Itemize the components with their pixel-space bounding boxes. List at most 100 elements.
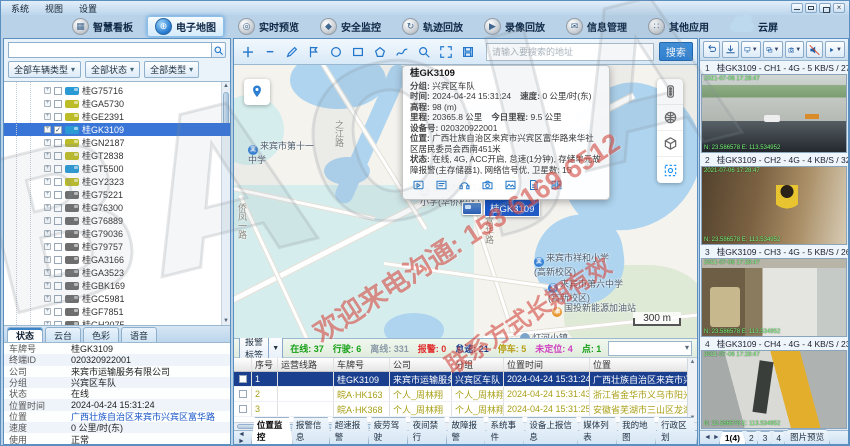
side-tab-云台[interactable]: 云台 bbox=[45, 327, 81, 342]
tab-位置监控[interactable]: 位置监控 bbox=[251, 417, 293, 444]
globe-button[interactable] bbox=[657, 105, 683, 131]
minimize-button[interactable] bbox=[791, 3, 803, 13]
tab-我的地图[interactable]: 我的地图 bbox=[616, 417, 658, 444]
vehicle-row[interactable]: +桂GY2323 bbox=[4, 175, 230, 188]
row-checkbox[interactable] bbox=[239, 390, 247, 398]
tab-故障报警[interactable]: 故障报警 bbox=[446, 417, 488, 444]
vehicle-row[interactable]: +桂GF7851 bbox=[4, 305, 230, 318]
vehicle-row[interactable]: +桂GH2075 bbox=[4, 318, 230, 326]
video-tab-1(4)[interactable]: 1(4) bbox=[719, 431, 746, 444]
menu-item-1[interactable]: 系统 bbox=[11, 2, 29, 15]
vehicle-row[interactable]: +桂GK3109 bbox=[4, 123, 230, 136]
nav-item-dashboard[interactable]: ▦智慧看板 bbox=[65, 16, 140, 37]
vehicle-row[interactable]: +桂GE2391 bbox=[4, 110, 230, 123]
polyline-tool[interactable] bbox=[392, 42, 412, 62]
close-button[interactable]: × bbox=[833, 3, 845, 13]
expand-icon[interactable]: + bbox=[44, 282, 51, 289]
side-tab-色彩[interactable]: 色彩 bbox=[83, 327, 119, 342]
vehicle-checkbox[interactable] bbox=[54, 217, 62, 225]
header-checkbox[interactable] bbox=[234, 358, 252, 371]
vehicle-checkbox[interactable] bbox=[54, 191, 62, 199]
zoom-box-tool[interactable] bbox=[414, 42, 434, 62]
vehicle-row[interactable]: +桂GBK169 bbox=[4, 279, 230, 292]
vehicle-checkbox[interactable] bbox=[54, 139, 62, 147]
expand-icon[interactable]: + bbox=[44, 87, 51, 94]
vehicle-row[interactable]: +桂G75716 bbox=[4, 84, 230, 97]
vehicle-checkbox[interactable] bbox=[54, 178, 62, 186]
tab-行政区划[interactable]: 行政区划 bbox=[655, 417, 697, 444]
video-tab-4[interactable]: 4 bbox=[770, 431, 787, 444]
back-button[interactable] bbox=[703, 41, 720, 58]
vehicle-row[interactable]: +桂G75221 bbox=[4, 188, 230, 201]
camera-icon[interactable] bbox=[481, 179, 494, 194]
expand-icon[interactable]: + bbox=[44, 191, 51, 198]
polygon-tool[interactable] bbox=[370, 42, 390, 62]
capture-button[interactable] bbox=[657, 157, 683, 183]
filter-dropdown-2[interactable]: 全部状态 bbox=[85, 61, 140, 78]
tab-媒体列表[interactable]: 媒体列表 bbox=[577, 417, 619, 444]
camera-frame[interactable]: 2021-07-06 17:28:47N: 23.586578 E: 113.5… bbox=[701, 258, 847, 337]
play-button[interactable]: ▼ bbox=[825, 41, 845, 58]
vehicle-row[interactable]: +桂GT2838 bbox=[4, 149, 230, 162]
rectangle-tool[interactable] bbox=[348, 42, 368, 62]
vehicle-row[interactable]: +桂G76300 bbox=[4, 201, 230, 214]
restore-button[interactable] bbox=[819, 3, 831, 13]
expand-icon[interactable]: + bbox=[44, 217, 51, 224]
vehicle-row[interactable]: +桂G76889 bbox=[4, 214, 230, 227]
nav-item-info[interactable]: ✉信息管理 bbox=[559, 16, 634, 37]
menu-item-3[interactable]: 设置 bbox=[79, 2, 97, 15]
vehicle-checkbox[interactable] bbox=[54, 243, 62, 251]
vehicle-row[interactable]: +桂GA3523 bbox=[4, 266, 230, 279]
filter-dropdown-3[interactable]: 全部类型 bbox=[144, 61, 199, 78]
circle-tool[interactable] bbox=[326, 42, 346, 62]
file-icon[interactable] bbox=[527, 179, 540, 194]
tab-系统事件[interactable]: 系统事件 bbox=[484, 417, 526, 444]
mute-button[interactable] bbox=[806, 41, 823, 58]
address-search-button[interactable]: 搜索 bbox=[659, 42, 693, 61]
expand-icon[interactable]: + bbox=[44, 139, 51, 146]
status-filter-select[interactable] bbox=[608, 341, 692, 356]
map-canvas[interactable]: 之江路文来宾市第十一 中学侨凤一路文来宾市兴宾区实华 小学(华侨校区)富华路文来… bbox=[234, 65, 697, 338]
nav-item-track[interactable]: ↻轨迹回放 bbox=[395, 16, 470, 37]
vehicle-marker[interactable]: 桂GK3109 bbox=[462, 199, 540, 217]
tab-疲劳驾驶[interactable]: 疲劳驾驶 bbox=[368, 417, 410, 444]
search-button[interactable] bbox=[210, 42, 226, 58]
scroll-up-icon[interactable]: ▲ bbox=[690, 359, 696, 365]
expand-icon[interactable]: + bbox=[44, 230, 51, 237]
vehicle-checkbox[interactable] bbox=[54, 113, 62, 121]
nav-item-cloud[interactable]: 云屏 bbox=[723, 16, 785, 37]
vehicle-row[interactable]: +桂GN2187 bbox=[4, 136, 230, 149]
camera-frame[interactable]: 2021-07-06 17:28:47N: 23.586578 E: 113.5… bbox=[701, 166, 847, 245]
row-checkbox[interactable] bbox=[239, 375, 247, 383]
vehicle-checkbox[interactable] bbox=[54, 165, 62, 173]
fullscreen-tool[interactable] bbox=[436, 42, 456, 62]
side-tab-状态[interactable]: 状态 bbox=[7, 327, 43, 342]
vehicle-checkbox[interactable] bbox=[54, 87, 62, 95]
table-row[interactable]: 1桂GK3109来宾市运输服务有限公司兴宾区车队2024-04-24 15:31… bbox=[234, 372, 697, 387]
traffic-light-button[interactable] bbox=[657, 79, 683, 105]
vehicle-checkbox[interactable] bbox=[54, 230, 62, 238]
vehicle-checkbox[interactable] bbox=[54, 308, 62, 316]
expand-icon[interactable]: + bbox=[44, 308, 51, 315]
expand-icon[interactable]: + bbox=[44, 256, 51, 263]
grid-icon[interactable] bbox=[550, 179, 563, 194]
vehicle-checkbox[interactable] bbox=[54, 321, 62, 327]
maximize-button[interactable] bbox=[805, 3, 817, 13]
nav-item-preview[interactable]: ◎实时预览 bbox=[231, 16, 306, 37]
table-scrollbar[interactable]: ▲ ▼ bbox=[687, 358, 697, 422]
vehicle-row[interactable]: +桂GA3166 bbox=[4, 253, 230, 266]
expand-icon[interactable]: + bbox=[44, 243, 51, 250]
tab-超速报警[interactable]: 超速报警 bbox=[329, 417, 371, 444]
vehicle-row[interactable]: +桂G79036 bbox=[4, 227, 230, 240]
vehicle-checkbox[interactable] bbox=[54, 282, 62, 290]
tab-报警信息[interactable]: 报警信息 bbox=[290, 417, 332, 444]
nav-item-video[interactable]: ▶录像回放 bbox=[477, 16, 552, 37]
vehicle-checkbox[interactable] bbox=[54, 295, 62, 303]
camera-frame[interactable]: 2021-07-06 17:28:47N: 23.586578 E: 113.5… bbox=[701, 74, 847, 153]
expand-icon[interactable]: + bbox=[44, 152, 51, 159]
camera-frame[interactable]: 2021-07-06 17:28:47N: 23.586578 E: 113.5… bbox=[701, 350, 847, 429]
tab-scroll-arrows[interactable]: ◄ ► bbox=[702, 431, 722, 444]
vehicle-checkbox[interactable] bbox=[54, 269, 62, 277]
photo-icon[interactable] bbox=[504, 179, 517, 194]
vehicle-checkbox[interactable] bbox=[54, 204, 62, 212]
